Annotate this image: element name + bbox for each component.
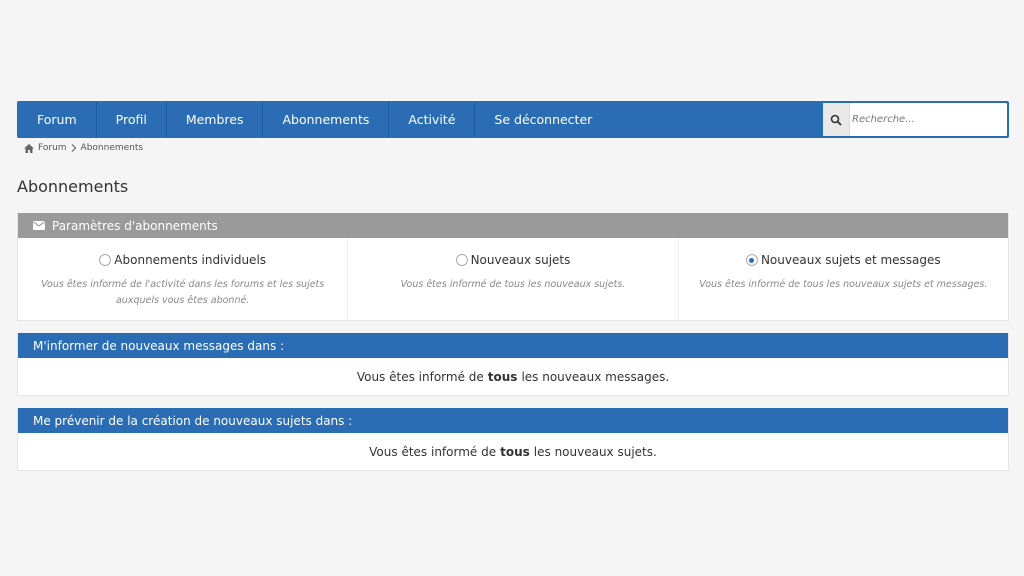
envelope-icon xyxy=(33,221,45,230)
topics-panel-body: Vous êtes informé de tous les nouveaux s… xyxy=(18,433,1008,470)
topics-text-post: les nouveaux sujets. xyxy=(533,444,657,459)
topics-panel-title: Me prévenir de la création de nouveaux s… xyxy=(33,413,353,428)
nav-profil[interactable]: Profil xyxy=(97,101,167,138)
messages-text-pre: Vous êtes informé de xyxy=(356,369,484,384)
radio-new-topics[interactable] xyxy=(455,254,468,266)
settings-panel-header: Paramètres d'abonnements xyxy=(18,213,1008,238)
messages-panel-title: M'informer de nouveaux messages dans : xyxy=(33,338,285,353)
messages-panel-header: M'informer de nouveaux messages dans : xyxy=(18,333,1008,358)
page-title: Abonnements xyxy=(17,177,129,196)
nav-abonnements[interactable]: Abonnements xyxy=(263,101,390,138)
radio-individual[interactable] xyxy=(99,254,112,266)
option-individual-label[interactable]: Abonnements individuels xyxy=(99,253,266,267)
breadcrumb: Forum Abonnements xyxy=(24,143,143,153)
messages-panel-body: Vous êtes informé de tous les nouveaux m… xyxy=(18,358,1008,395)
option-topics-and-messages: Nouveaux sujets et messages Vous êtes in… xyxy=(679,238,1008,320)
option-new-topics-label[interactable]: Nouveaux sujets xyxy=(455,253,571,267)
messages-text-post: les nouveaux messages. xyxy=(521,369,670,384)
radio-topics-and-messages[interactable] xyxy=(745,254,758,266)
option-individual-text: Abonnements individuels xyxy=(114,253,267,267)
search-button[interactable] xyxy=(823,103,850,136)
topics-panel-header: Me prévenir de la création de nouveaux s… xyxy=(18,408,1008,433)
topics-text-pre: Vous êtes informé de xyxy=(369,444,497,459)
main-navbar: Forum Profil Membres Abonnements Activit… xyxy=(17,101,1009,138)
option-topics-and-messages-label[interactable]: Nouveaux sujets et messages xyxy=(745,253,941,267)
topics-panel: Me prévenir de la création de nouveaux s… xyxy=(17,408,1009,471)
option-individual-desc: Vous êtes informé de l'activité dans les… xyxy=(41,279,325,306)
breadcrumb-current[interactable]: Abonnements xyxy=(81,143,144,153)
settings-panel: Paramètres d'abonnements Abonnements ind… xyxy=(17,213,1009,321)
subscription-options: Abonnements individuels Vous êtes inform… xyxy=(18,238,1008,320)
option-new-topics-desc: Vous êtes informé de tous les nouveaux s… xyxy=(400,279,626,290)
home-icon[interactable] xyxy=(24,143,34,153)
topics-text-bold: tous xyxy=(500,444,530,459)
settings-panel-title: Paramètres d'abonnements xyxy=(52,218,218,233)
search-icon xyxy=(830,114,842,126)
search-box xyxy=(822,102,1008,137)
option-topics-and-messages-desc: Vous êtes informé de tous les nouveaux s… xyxy=(699,279,988,290)
messages-panel: M'informer de nouveaux messages dans : V… xyxy=(17,333,1009,396)
search-input[interactable] xyxy=(850,104,1000,135)
nav-logout[interactable]: Se déconnecter xyxy=(475,101,611,138)
nav-membres[interactable]: Membres xyxy=(167,101,264,138)
option-new-topics: Nouveaux sujets Vous êtes informé de tou… xyxy=(348,238,679,320)
option-topics-and-messages-text: Nouveaux sujets et messages xyxy=(760,253,941,267)
nav-activite[interactable]: Activité xyxy=(389,101,476,138)
chevron-right-icon xyxy=(71,144,76,152)
messages-text-bold: tous xyxy=(487,369,518,384)
nav-forum[interactable]: Forum xyxy=(17,101,97,138)
breadcrumb-forum-link[interactable]: Forum xyxy=(38,143,67,153)
option-new-topics-text: Nouveaux sujets xyxy=(470,253,571,267)
option-individual: Abonnements individuels Vous êtes inform… xyxy=(18,238,349,320)
